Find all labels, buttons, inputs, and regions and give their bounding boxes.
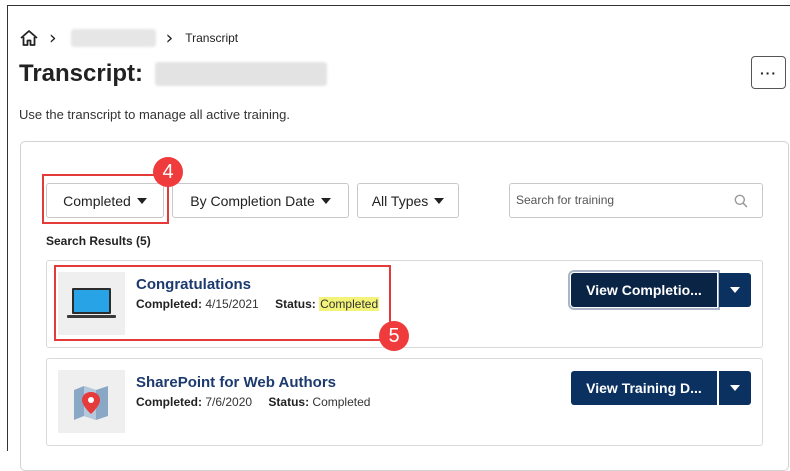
search-box [509,183,763,218]
search-results-count: Search Results (5) [46,234,151,248]
callout-box-step-4 [42,174,169,224]
type-filter-dropdown[interactable]: All Types [357,183,459,218]
view-completion-button[interactable]: View Completio... [568,270,720,310]
caret-down-icon [320,197,331,204]
page-header: Transcript: [19,60,328,88]
breadcrumb-item-redacted[interactable] [70,29,156,47]
user-name-redacted [155,62,328,86]
type-filter-label: All Types [371,192,429,209]
result-meta: Completed: 7/6/2020 Status: Completed [136,395,370,409]
result-title-link[interactable]: SharePoint for Web Authors [136,374,336,391]
action-options-dropdown[interactable] [719,371,751,405]
page-title: Transcript: [19,60,144,87]
home-icon[interactable] [19,29,39,47]
caret-down-icon [434,197,445,204]
caret-down-icon [730,385,740,391]
completed-label: Completed: [136,395,202,409]
map-pin-icon [74,386,108,420]
completed-date: 7/6/2020 [205,395,253,409]
caret-down-icon [730,287,740,293]
search-input[interactable] [514,184,718,216]
callout-box-step-5 [54,265,391,341]
view-training-details-button[interactable]: View Training D... [571,371,717,405]
callout-badge-step-4: 4 [153,157,183,187]
sort-dropdown[interactable]: By Completion Date [172,183,349,218]
search-icon[interactable] [734,194,748,208]
callout-badge-step-5: 5 [379,321,409,351]
breadcrumb: › › Transcript [19,28,238,48]
result-thumbnail [58,370,125,433]
sort-label: By Completion Date [190,192,315,209]
chevron-right-icon: › [165,27,174,49]
chevron-right-icon: › [49,27,57,49]
action-options-dropdown[interactable] [719,273,751,307]
more-options-button[interactable]: ··· [751,56,786,89]
breadcrumb-current: Transcript [185,31,239,45]
status-label: Status: [268,395,310,409]
result-card: SharePoint for Web Authors Completed: 7/… [46,358,763,446]
status-value: Completed [312,395,371,409]
page-description: Use the transcript to manage all active … [19,107,290,122]
